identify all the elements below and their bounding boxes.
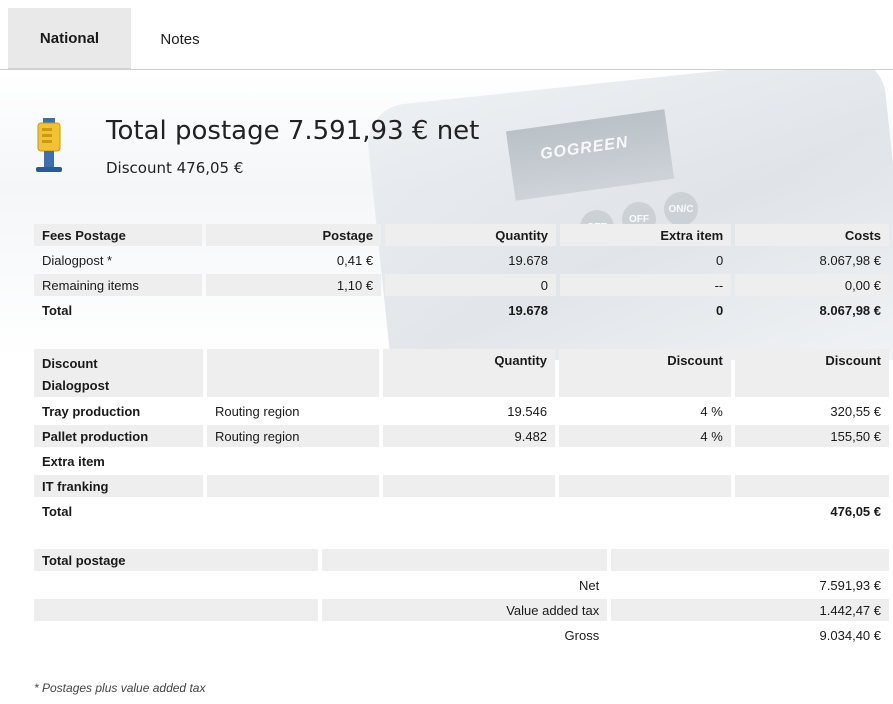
total-label: Total [42,302,73,318]
table-row: Gross 9.034,40 € [34,624,889,646]
fees-postage-table: Fees Postage Postage Quantity Extra item… [30,221,893,324]
discount-amount-cell [735,450,889,472]
table-row: Dialogpost * 0,41 € 19.678 0 8.067,98 € [34,249,889,271]
total-extra-item: 0 [716,302,724,318]
postage-cell: 0,41 € [336,252,374,268]
total-quantity: 19.678 [508,302,549,318]
col-header-extra-item: Extra item [560,224,732,246]
discount-amount-cell [734,475,889,497]
discount-rate-cell: 4 % [700,403,723,419]
discount-summary: Discount 476,05 € [106,159,244,177]
table-row: IT franking [34,475,889,497]
extra-item-cell: -- [560,274,732,296]
blank-cell [34,624,318,646]
quantity-cell: 9.482 [383,425,556,447]
type-cell [206,475,380,497]
table-header-row: Discount Dialogpost Quantity Discount Di… [34,349,889,397]
discount-amount-cell: 155,50 € [734,425,889,447]
quantity-cell [383,450,555,472]
type-cell: Routing region [214,403,300,419]
discount-rate-cell: 4 % [559,425,731,447]
total-discount: 476,05 € [830,503,881,519]
gross-value: 9.034,40 € [819,627,881,643]
quantity-cell: 19.678 [508,252,549,268]
postage-cell: 1,10 € [206,274,382,296]
total-costs: 8.067,98 € [819,302,881,318]
extra-item-cell: 0 [716,252,724,268]
table-row: Remaining items 1,10 € 0 -- 0,00 € [34,274,889,296]
total-row: Total 476,05 € [34,500,889,522]
total-label: Total [42,503,73,519]
table-row: Value added tax 1.442,47 € [34,599,889,621]
col-header-fees-postage: Fees Postage [34,224,203,246]
header-line: Dialogpost [42,378,110,393]
net-value: 7.591,93 € [819,577,881,593]
row-label: Tray production [42,403,141,419]
blank-cell [34,574,318,596]
costs-cell: 0,00 € [735,274,889,296]
discount-rate-cell [559,500,731,522]
col-header-type [206,349,380,397]
type-cell [207,450,379,472]
tab-notes[interactable]: Notes [140,8,220,70]
tab-bar: National Notes [0,0,893,70]
row-label: Pallet production [34,425,203,447]
col-header-discount-amount: Discount [734,349,889,397]
total-row: Total 19.678 0 8.067,98 € [34,299,889,321]
row-label: Dialogpost * [42,252,113,268]
blank-cell [34,599,319,621]
row-label: IT franking [34,475,203,497]
postage-meter-icon [36,118,62,172]
table-header-row: Total postage [34,549,889,571]
row-label: Remaining items [34,274,203,296]
vat-value: 1.442,47 € [611,599,889,621]
col-header-discount-dialogpost: Discount Dialogpost [34,349,203,397]
quantity-cell [383,500,555,522]
type-cell: Routing region [206,425,380,447]
row-label: Extra item [42,453,105,469]
postage-cell [206,299,381,321]
page-title: Total postage 7.591,93 € net [106,116,480,146]
discount-amount-cell: 320,55 € [830,403,881,419]
table-row: Tray production Routing region 19.546 4 … [34,400,889,422]
net-label: Net [578,577,600,593]
discount-table: Discount Dialogpost Quantity Discount Di… [30,346,893,525]
col-header-discount-rate: Discount [559,349,731,397]
col-header-quantity: Quantity [383,349,556,397]
col-header-blank [322,549,608,571]
table-row: Net 7.591,93 € [34,574,889,596]
vat-label: Value added tax [322,599,608,621]
footnote: * Postages plus value added tax [34,681,206,695]
table-row: Pallet production Routing region 9.482 4… [34,425,889,447]
discount-rate-cell [559,475,731,497]
quantity-cell [383,475,556,497]
col-header-total-postage: Total postage [34,549,319,571]
type-cell [207,500,379,522]
header-line: Discount [42,356,98,371]
col-header-postage: Postage [206,224,382,246]
discount-rate-cell [559,450,731,472]
col-header-blank [611,549,889,571]
gross-label: Gross [564,627,600,643]
col-header-quantity: Quantity [385,224,557,246]
col-header-costs: Costs [735,224,889,246]
table-row: Extra item [34,450,889,472]
quantity-cell: 19.546 [507,403,548,419]
table-header-row: Fees Postage Postage Quantity Extra item… [34,224,889,246]
costs-cell: 8.067,98 € [819,252,881,268]
tab-national[interactable]: National [8,8,131,70]
total-postage-table: Total postage Net 7.591,93 € Value added… [30,546,893,649]
quantity-cell: 0 [385,274,557,296]
